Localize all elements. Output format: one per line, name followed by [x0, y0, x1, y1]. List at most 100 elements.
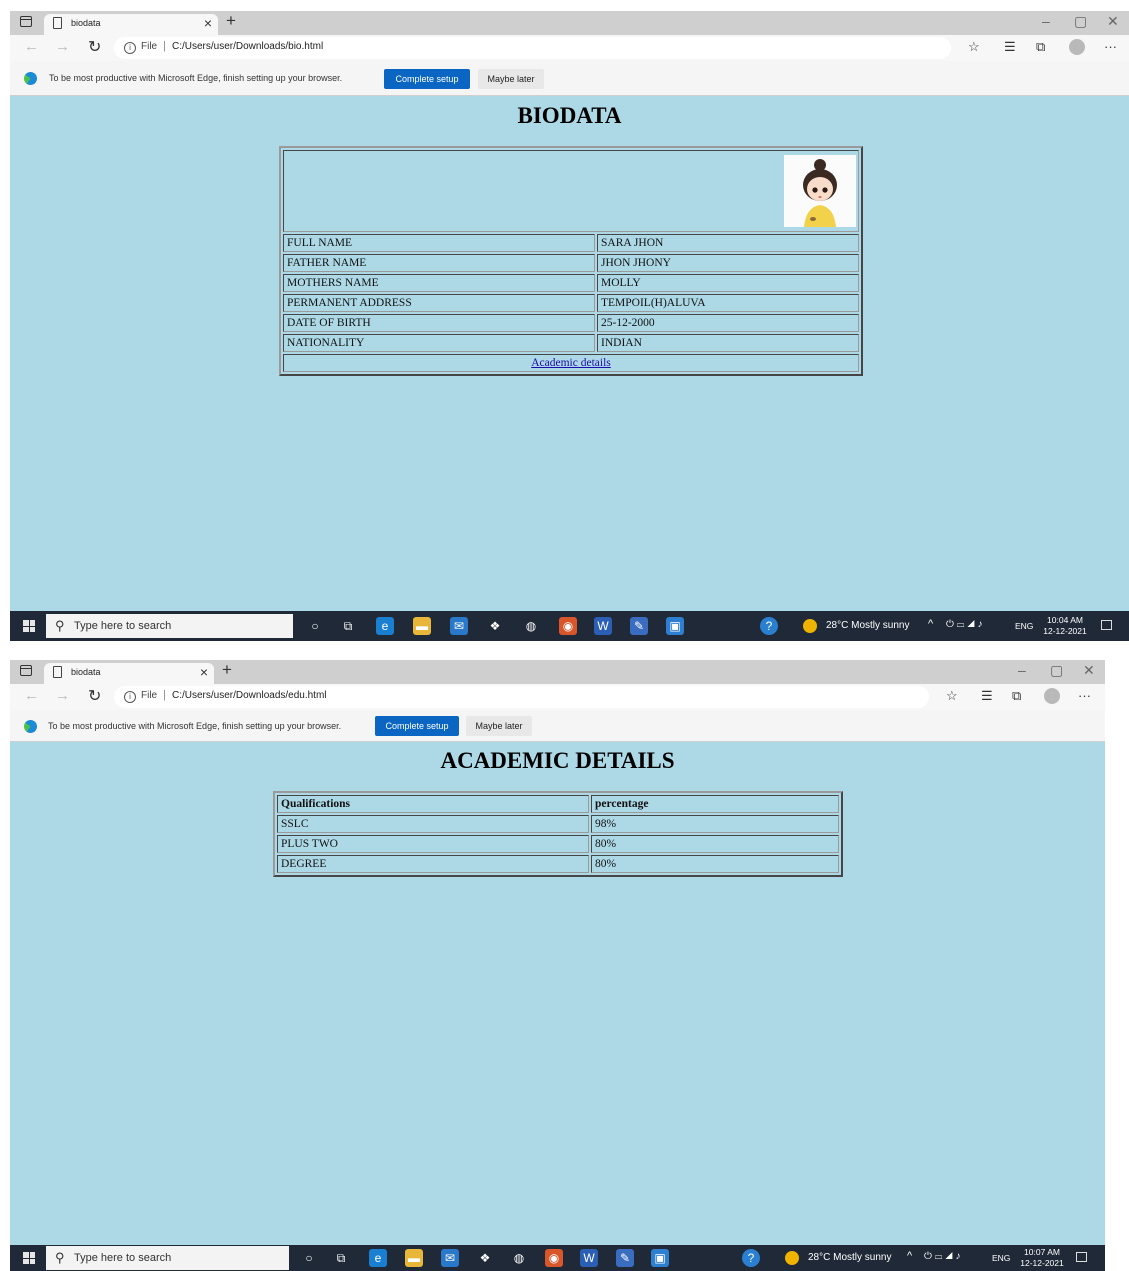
info-icon[interactable]: i [124, 42, 136, 54]
window-close-icon[interactable]: ✕ [1107, 13, 1119, 30]
setup-info-bar: To be most productive with Microsoft Edg… [10, 710, 1105, 742]
word-icon[interactable]: W [594, 617, 612, 635]
chevron-up-icon[interactable]: ^ [928, 618, 933, 630]
url-scheme-label: File [141, 690, 158, 701]
complete-setup-button[interactable]: Complete setup [384, 69, 470, 89]
language-indicator[interactable]: ENG [992, 1253, 1010, 1263]
notification-icon[interactable] [1076, 1252, 1087, 1262]
row-value: TEMPOIL(H)ALUVA [597, 294, 859, 312]
row-label: NATIONALITY [283, 334, 595, 352]
taskbar-clock[interactable]: 10:04 AM 12-12-2021 [1040, 615, 1090, 637]
app-circle-icon[interactable]: ◍ [522, 617, 540, 635]
table-header-row: Qualifications percentage [277, 795, 839, 813]
new-tab-icon[interactable]: + [226, 11, 236, 31]
favorites-icon[interactable]: ☰ [1004, 39, 1016, 55]
more-icon[interactable]: ··· [1078, 688, 1091, 703]
mail-icon[interactable]: ✉ [450, 617, 468, 635]
url-separator: | [163, 689, 166, 701]
collections-icon[interactable]: ⧉ [1012, 688, 1021, 704]
new-tab-icon[interactable]: + [222, 660, 232, 680]
table-row: FATHER NAME JHON JHONY [283, 254, 859, 272]
weather-text[interactable]: 28°C Mostly sunny [826, 620, 909, 631]
chrome-icon[interactable]: ◉ [559, 617, 577, 635]
url-field[interactable]: i File | C:/Users/user/Downloads/bio.htm… [114, 37, 951, 59]
forward-icon[interactable]: → [55, 38, 70, 55]
edge-taskbar-icon[interactable]: e [376, 617, 394, 635]
windows-start-icon[interactable] [23, 1252, 35, 1264]
tray-icons[interactable]: ⏻ ▭ ◢ ♪ [924, 1251, 960, 1262]
restore-icon[interactable]: ▢ [1050, 662, 1063, 679]
info-icon[interactable]: i [124, 691, 136, 703]
profile-icon[interactable] [1044, 688, 1060, 704]
maybe-later-button[interactable]: Maybe later [478, 69, 544, 89]
minimize-icon[interactable]: – [1018, 662, 1026, 678]
browser-window-academic: biodata × + – ▢ ✕ ← → ↻ i File | C:/User… [10, 660, 1105, 1271]
notes-icon[interactable]: ✎ [630, 617, 648, 635]
back-icon[interactable]: ← [24, 38, 39, 55]
edge-taskbar-icon[interactable]: e [369, 1249, 387, 1267]
chrome-icon[interactable]: ◉ [545, 1249, 563, 1267]
help-icon[interactable]: ? [742, 1249, 760, 1267]
minimize-icon[interactable]: – [1042, 13, 1050, 29]
language-indicator[interactable]: ENG [1015, 621, 1033, 631]
dropbox-icon[interactable]: ❖ [476, 1249, 494, 1267]
back-icon[interactable]: ← [24, 687, 39, 704]
refresh-icon[interactable]: ↻ [88, 686, 101, 706]
refresh-icon[interactable]: ↻ [88, 37, 101, 57]
notification-icon[interactable] [1101, 620, 1112, 630]
app-circle-icon[interactable]: ◍ [510, 1249, 528, 1267]
restore-icon[interactable]: ▢ [1074, 13, 1087, 30]
file-explorer-icon[interactable]: ▬ [405, 1249, 423, 1267]
tab-strip: biodata × + – ▢ ✕ [10, 11, 1129, 35]
url-field[interactable]: i File | C:/Users/user/Downloads/edu.htm… [114, 686, 929, 708]
favorites-add-icon[interactable]: ☆ [946, 688, 958, 704]
maybe-later-button[interactable]: Maybe later [466, 716, 532, 736]
row-label: DATE OF BIRTH [283, 314, 595, 332]
percentage-cell: 80% [591, 835, 839, 853]
file-explorer-icon[interactable]: ▬ [413, 617, 431, 635]
dropbox-icon[interactable]: ❖ [486, 617, 504, 635]
windows-start-icon[interactable] [23, 620, 35, 632]
tab-actions-icon[interactable] [20, 16, 32, 27]
mail-icon[interactable]: ✉ [441, 1249, 459, 1267]
taskbar-search-box[interactable]: ⚲ Type here to search [46, 614, 293, 638]
weather-icon [803, 619, 817, 633]
url-text[interactable]: C:/Users/user/Downloads/edu.html [172, 690, 327, 701]
close-icon[interactable]: × [204, 15, 212, 31]
collections-icon[interactable]: ⧉ [1036, 39, 1045, 55]
word-icon[interactable]: W [580, 1249, 598, 1267]
cortana-icon[interactable]: ○ [306, 617, 324, 635]
notes-icon[interactable]: ✎ [616, 1249, 634, 1267]
row-value: JHON JHONY [597, 254, 859, 272]
tab-biodata[interactable]: biodata × [44, 14, 218, 35]
row-label: PERMANENT ADDRESS [283, 294, 595, 312]
row-value: 25-12-2000 [597, 314, 859, 332]
task-view-icon[interactable]: ⧉ [332, 1249, 350, 1267]
profile-icon[interactable] [1069, 39, 1085, 55]
favorites-add-icon[interactable]: ☆ [968, 39, 980, 55]
window-close-icon[interactable]: ✕ [1083, 662, 1095, 679]
tab-actions-icon[interactable] [20, 665, 32, 676]
taskbar-clock[interactable]: 10:07 AM 12-12-2021 [1017, 1247, 1067, 1269]
photos-icon[interactable]: ▣ [666, 617, 684, 635]
weather-icon [785, 1251, 799, 1265]
help-icon[interactable]: ? [760, 617, 778, 635]
windows-taskbar: ⚲ Type here to search ○ ⧉ e ▬ ✉ ❖ ◍ ◉ W … [10, 1245, 1105, 1271]
cortana-icon[interactable]: ○ [300, 1249, 318, 1267]
url-text[interactable]: C:/Users/user/Downloads/bio.html [172, 41, 323, 52]
tray-icons[interactable]: ⏻ ▭ ◢ ♪ [946, 619, 982, 630]
close-icon[interactable]: × [200, 664, 208, 680]
photos-icon[interactable]: ▣ [651, 1249, 669, 1267]
forward-icon[interactable]: → [55, 687, 70, 704]
weather-text[interactable]: 28°C Mostly sunny [808, 1252, 891, 1263]
academic-table: Qualifications percentage SSLC 98% PLUS … [273, 791, 843, 877]
more-icon[interactable]: ··· [1104, 39, 1117, 54]
complete-setup-button[interactable]: Complete setup [375, 716, 459, 736]
taskbar-search-box[interactable]: ⚲ Type here to search [46, 1246, 289, 1270]
tab-title: biodata [71, 18, 101, 28]
tab-biodata[interactable]: biodata × [44, 663, 214, 684]
academic-details-link[interactable]: Academic details [531, 357, 611, 369]
favorites-icon[interactable]: ☰ [981, 688, 993, 704]
chevron-up-icon[interactable]: ^ [907, 1250, 912, 1262]
task-view-icon[interactable]: ⧉ [339, 617, 357, 635]
